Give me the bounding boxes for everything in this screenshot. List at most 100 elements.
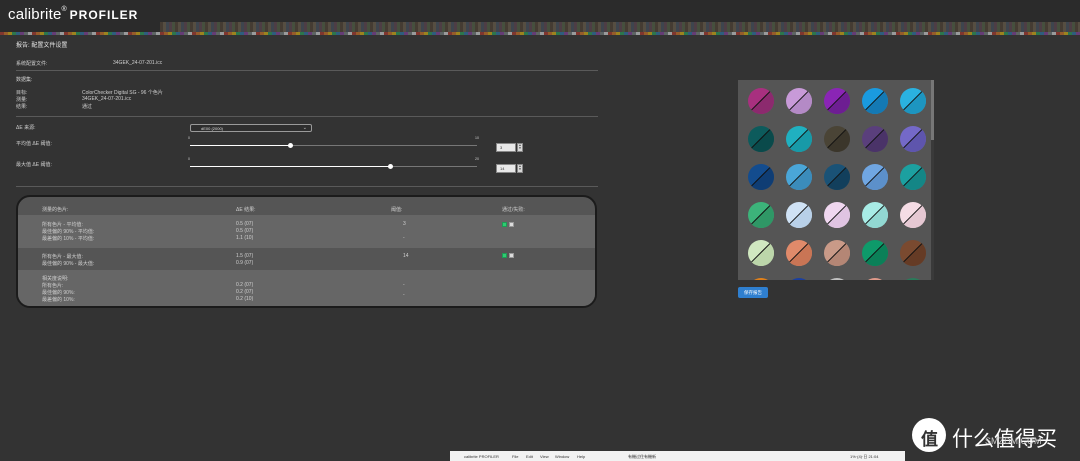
- max-threshold-input[interactable]: 14: [496, 164, 516, 173]
- color-patch: [862, 164, 888, 190]
- color-patch: [748, 126, 774, 152]
- max-slider-min: 0: [188, 157, 190, 161]
- col-header-threshold: 阈值:: [391, 207, 403, 213]
- delta-e-label: ΔE 来源:: [16, 125, 36, 131]
- fail-check-icon: [509, 253, 514, 258]
- row-threshold: 3: [403, 221, 406, 227]
- save-report-button[interactable]: 保存报告: [738, 287, 768, 298]
- color-patch: [748, 202, 774, 228]
- target-value: ColorChecker Digital SG - 96 个色片: [82, 90, 163, 96]
- avg-slider-fill: [190, 145, 291, 146]
- target-label: 目标:: [16, 90, 28, 96]
- max-slider-fill: [190, 166, 391, 167]
- row-value: 1.5 (07): [236, 253, 254, 259]
- row-threshold: -: [403, 292, 405, 298]
- row-value: 0.2 (07): [236, 282, 254, 288]
- macos-menubar: calibrite PROFILER File Edit View Window…: [450, 451, 905, 461]
- watermark-logo-icon: 值: [912, 418, 946, 452]
- color-strip: [0, 32, 1080, 35]
- color-patch: [824, 278, 850, 280]
- menu-window[interactable]: Window: [555, 454, 569, 459]
- avg-slider-handle[interactable]: [288, 143, 293, 148]
- app-logo: calibrite® PROFILER: [8, 6, 138, 23]
- color-patch: [900, 240, 926, 266]
- row-label: 最佳偏的 90%:: [42, 290, 75, 296]
- menubar-app-name[interactable]: calibrite PROFILER: [464, 454, 499, 459]
- fail-check-icon: [509, 222, 514, 227]
- avg-slider-min: 0: [188, 136, 190, 140]
- menubar-center-title: 有機过住有機新: [628, 454, 656, 459]
- avg-threshold-stepper[interactable]: ▲ ▼: [517, 143, 523, 152]
- measurement-value: 34GEK_24-07-201.icc: [82, 96, 132, 102]
- col-header-pass-fail: 通过/失败:: [502, 207, 525, 213]
- color-patch: [862, 88, 888, 114]
- color-patch: [824, 164, 850, 190]
- avg-threshold-input[interactable]: 3: [496, 143, 516, 152]
- menu-help[interactable]: Help: [577, 454, 585, 459]
- menu-view[interactable]: View: [540, 454, 549, 459]
- color-patch: [824, 202, 850, 228]
- row-value: 1.1 (10): [236, 235, 254, 241]
- delta-e-select-value: dE00 (2000): [201, 126, 224, 131]
- color-patch: [900, 126, 926, 152]
- row-label: 所有色片 - 平均值:: [42, 222, 83, 228]
- chevron-down-icon: ⌄: [302, 125, 307, 131]
- color-patch: [786, 202, 812, 228]
- color-patch: [786, 278, 812, 280]
- result-value: 通过: [82, 104, 93, 110]
- row-label: 最差偏的 10%:: [42, 297, 75, 303]
- row-threshold: -: [403, 282, 405, 288]
- table-row: 相关度说明: 所有色片: 最佳偏的 90%: 最差偏的 10%: 0.2 (07…: [18, 270, 595, 306]
- color-patch: [900, 88, 926, 114]
- pass-check-icon: [502, 222, 507, 227]
- avg-threshold-label: 平均值 ΔE 阈值:: [16, 141, 52, 147]
- watermark-subtext: SMZDM.COM: [985, 436, 1042, 446]
- page-title: 报告: 配置文件设置: [16, 43, 68, 49]
- logo-product: PROFILER: [69, 8, 139, 22]
- logo-reg: ®: [61, 6, 67, 13]
- color-patch: [824, 240, 850, 266]
- divider: [16, 186, 598, 187]
- scrollbar-thumb[interactable]: [931, 80, 934, 140]
- color-patch: [862, 202, 888, 228]
- color-patch: [748, 88, 774, 114]
- color-patch: [786, 240, 812, 266]
- results-table: 测量的色片: ΔE 结果: 阈值: 通过/失败: 所有色片 - 平均值: 最佳偏…: [16, 195, 597, 308]
- logo-brand: calibrite: [8, 6, 62, 23]
- color-patch: [824, 126, 850, 152]
- max-threshold-stepper[interactable]: ▲ ▼: [517, 164, 523, 173]
- color-patch: [900, 164, 926, 190]
- color-patch: [862, 240, 888, 266]
- divider: [16, 116, 598, 117]
- patch-preview-grid[interactable]: [738, 80, 931, 280]
- row-value: 0.5 (07): [236, 228, 254, 234]
- color-patch: [748, 240, 774, 266]
- delta-e-select[interactable]: dE00 (2000) ⌄: [190, 124, 312, 132]
- row-label: 最佳偏的 90% - 平均值:: [42, 229, 95, 235]
- max-slider-max: 20: [475, 157, 479, 161]
- pass-check-icon: [502, 253, 507, 258]
- color-patch: [862, 126, 888, 152]
- color-patch: [748, 164, 774, 190]
- patch-grid-scrollbar[interactable]: [931, 80, 934, 280]
- menu-file[interactable]: File: [512, 454, 518, 459]
- menu-edit[interactable]: Edit: [526, 454, 533, 459]
- row-value: 0.2 (07): [236, 289, 254, 295]
- row-value: 0.2 (10): [236, 296, 254, 302]
- system-profile-label: 系统配置文件:: [16, 61, 48, 67]
- row-label: 相关度说明:: [42, 276, 69, 282]
- table-row: 所有色片 - 最大值: 最佳偏的 90% - 最大值: 1.5 (07) 0.9…: [18, 248, 595, 270]
- row-threshold: -: [403, 235, 405, 241]
- max-threshold-label: 最大值 ΔE 阈值:: [16, 162, 52, 168]
- row-threshold: 14: [403, 253, 409, 259]
- max-slider-handle[interactable]: [388, 164, 393, 169]
- system-profile-value: 34GEK_24-07-201.icc: [113, 60, 163, 66]
- color-strip-top: [160, 22, 1080, 32]
- color-patch: [786, 126, 812, 152]
- row-label: 所有色片:: [42, 283, 64, 289]
- color-patch: [786, 164, 812, 190]
- table-row: 所有色片 - 平均值: 最佳偏的 90% - 平均值: 最差偏的 10% - 平…: [18, 215, 595, 248]
- col-header-patches: 测量的色片:: [42, 207, 69, 213]
- color-patch: [900, 202, 926, 228]
- color-patch: [862, 278, 888, 280]
